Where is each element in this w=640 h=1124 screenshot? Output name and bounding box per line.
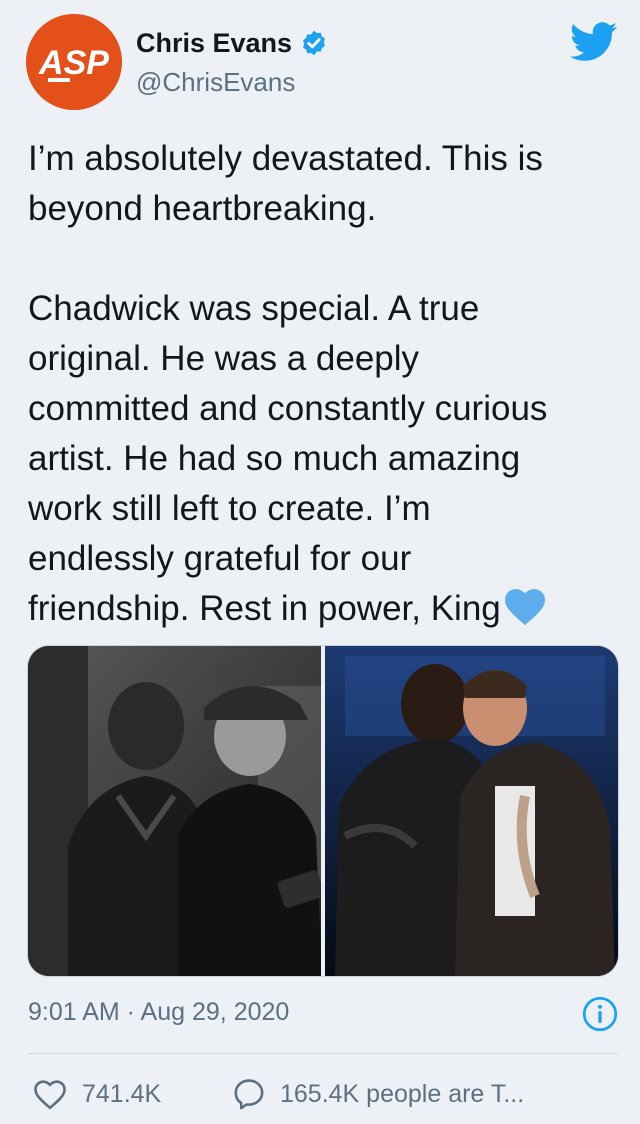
tweet-text: I’m absolutely devastated. This is beyon… [28, 134, 618, 634]
speech-bubble-icon [234, 1079, 264, 1110]
tweet-detail: ASP Chris Evans @ChrisEvans I’m absolute… [0, 0, 640, 1124]
tweet-timestamp[interactable]: 9:01 AM · Aug 29, 2020 [28, 996, 289, 1028]
divider [28, 1053, 618, 1054]
photo-stage-embrace[interactable] [325, 646, 618, 976]
twitter-bird-icon [570, 22, 618, 61]
like-count: 741.4K [82, 1080, 162, 1108]
media-grid [27, 645, 619, 977]
talking-count: 165.4K people are T... [280, 1080, 525, 1108]
like-button[interactable]: 741.4K [32, 1074, 161, 1114]
display-name-text: Chris Evans [136, 28, 293, 58]
conversation-button[interactable]: 165.4K people are T... [232, 1074, 524, 1114]
user-handle[interactable]: @ChrisEvans [136, 66, 295, 98]
display-name[interactable]: Chris Evans [136, 26, 328, 60]
heart-icon [34, 1080, 66, 1110]
verified-badge-icon [303, 30, 326, 56]
info-icon[interactable] [582, 996, 618, 1032]
photo-black-and-white[interactable] [28, 646, 321, 976]
tweet-text-body: I’m absolutely devastated. This is beyon… [28, 139, 548, 628]
blue-heart-icon [504, 589, 545, 626]
avatar-logo-text: ASP [38, 44, 109, 82]
avatar[interactable]: ASP [26, 14, 122, 110]
